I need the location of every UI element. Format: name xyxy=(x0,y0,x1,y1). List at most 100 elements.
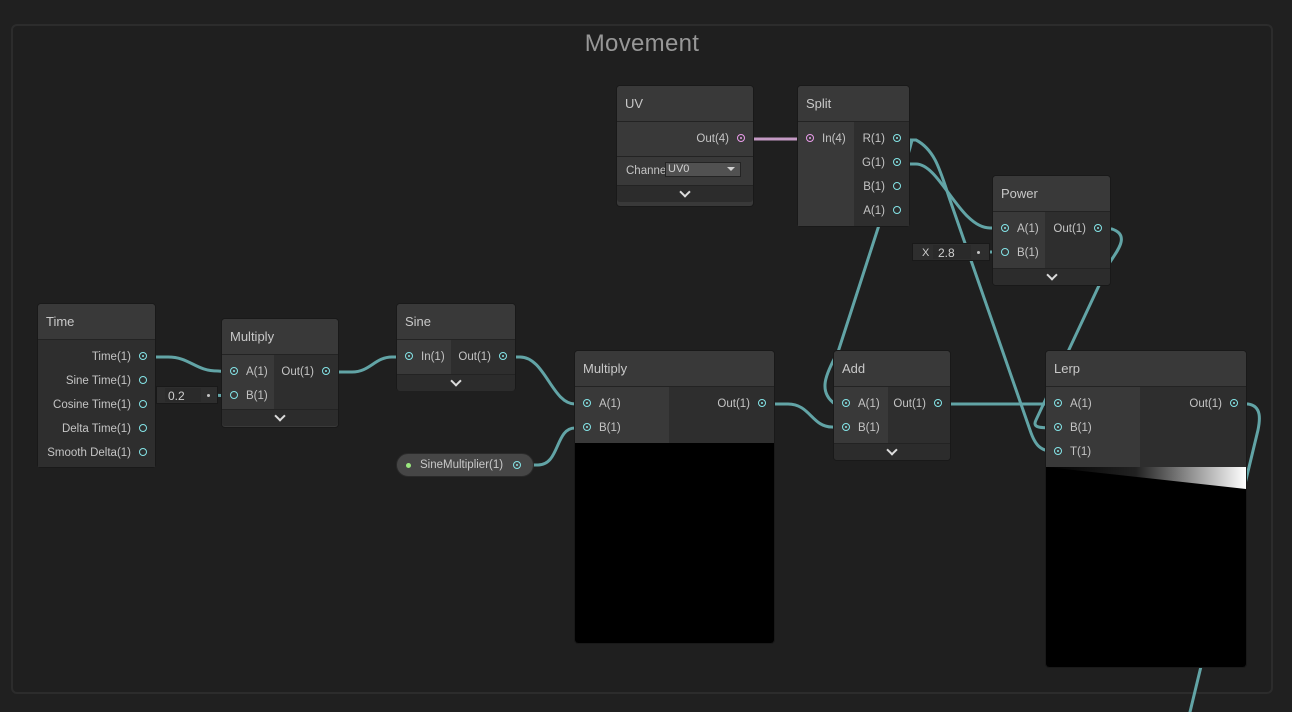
output-port[interactable]: Out(1) xyxy=(888,392,950,416)
port-connector-icon[interactable] xyxy=(1054,447,1062,455)
power-b-value-field[interactable]: X 2.8 xyxy=(912,243,990,261)
port-label: Smooth Delta(1) xyxy=(47,447,131,459)
input-port-b[interactable]: B(1) xyxy=(834,416,888,440)
port-connector-icon[interactable] xyxy=(139,376,147,384)
chevron-down-icon xyxy=(886,444,898,456)
chevron-down-icon xyxy=(1045,269,1058,281)
port-connector-icon[interactable] xyxy=(842,423,850,431)
time-node[interactable]: Time Time(1) Sine Time(1) Cosine Time(1)… xyxy=(38,304,155,467)
dropdown-arrow-icon xyxy=(727,167,735,171)
port-connector-icon[interactable] xyxy=(405,352,413,360)
port-label: A(1) xyxy=(599,398,621,410)
port-connector-icon[interactable] xyxy=(583,399,591,407)
collapse-button[interactable] xyxy=(834,443,950,460)
port-connector-icon[interactable] xyxy=(583,423,591,431)
input-port-in[interactable]: In(1) xyxy=(397,345,451,369)
port-connector-icon[interactable] xyxy=(758,399,766,407)
lerp-node[interactable]: Lerp A(1) B(1) T(1) Out(1) xyxy=(1046,351,1246,667)
node-title: Add xyxy=(834,351,950,387)
input-port-b[interactable]: B(1) xyxy=(993,241,1045,265)
time-output-port[interactable]: Time(1) xyxy=(38,345,155,369)
output-port-b[interactable]: B(1) xyxy=(854,175,909,199)
port-connector-icon[interactable] xyxy=(842,399,850,407)
port-label: Out(1) xyxy=(281,366,314,378)
port-connector-icon[interactable] xyxy=(1001,248,1009,256)
port-label: B(1) xyxy=(858,422,880,434)
port-connector-icon[interactable] xyxy=(1094,224,1102,232)
port-connector-icon[interactable] xyxy=(139,424,147,432)
power-node[interactable]: Power A(1) B(1) Out(1) xyxy=(993,176,1110,285)
port-connector-icon[interactable] xyxy=(499,352,507,360)
sine-node[interactable]: Sine In(1) Out(1) xyxy=(397,304,515,391)
output-port[interactable]: Out(1) xyxy=(1140,392,1246,416)
port-connector-icon[interactable] xyxy=(893,158,901,166)
output-port-g[interactable]: G(1) xyxy=(854,151,909,175)
port-label: A(1) xyxy=(1070,398,1092,410)
port-connector-icon[interactable] xyxy=(1054,423,1062,431)
multiply-node-1[interactable]: Multiply A(1) B(1) Out(1) xyxy=(222,319,338,427)
port-label: Out(1) xyxy=(1053,223,1086,235)
multiply-node-2[interactable]: Multiply A(1) B(1) Out(1) xyxy=(575,351,774,643)
port-connector-icon[interactable] xyxy=(934,399,942,407)
collapse-button[interactable] xyxy=(397,374,515,391)
input-port-a[interactable]: A(1) xyxy=(1046,392,1140,416)
collapse-button[interactable] xyxy=(617,185,753,202)
output-port[interactable]: Out(1) xyxy=(274,360,338,384)
port-connector-icon[interactable] xyxy=(737,134,745,142)
port-connector-icon[interactable] xyxy=(1230,399,1238,407)
port-connector-icon[interactable] xyxy=(322,367,330,375)
port-connector-icon[interactable] xyxy=(893,182,901,190)
uv-node[interactable]: UV Out(4) Channe UV0 xyxy=(617,86,753,206)
collapse-button[interactable] xyxy=(222,409,338,426)
node-title: Lerp xyxy=(1046,351,1246,387)
port-connector-icon[interactable] xyxy=(1054,399,1062,407)
port-label: Out(1) xyxy=(1189,398,1222,410)
multiply-b-value-field[interactable]: 0.2 xyxy=(156,386,218,404)
input-port-in[interactable]: In(4) xyxy=(798,127,854,151)
port-connector-icon[interactable] xyxy=(893,134,901,142)
port-connector-icon[interactable] xyxy=(893,206,901,214)
port-label: Cosine Time(1) xyxy=(53,399,131,411)
input-port-a[interactable]: A(1) xyxy=(834,392,888,416)
cosine-time-output-port[interactable]: Cosine Time(1) xyxy=(38,393,155,417)
port-label: Out(1) xyxy=(458,351,491,363)
input-port-a[interactable]: A(1) xyxy=(993,217,1045,241)
value-text[interactable]: 0.2 xyxy=(168,387,185,405)
output-port[interactable]: Out(1) xyxy=(1045,217,1110,241)
sine-multiplier-property[interactable]: SineMultiplier(1) xyxy=(396,453,534,477)
add-node[interactable]: Add A(1) B(1) Out(1) xyxy=(834,351,950,460)
port-connector-icon[interactable] xyxy=(806,134,814,142)
input-port-b[interactable]: B(1) xyxy=(1046,416,1140,440)
group-title[interactable]: Movement xyxy=(13,30,1271,58)
port-label: T(1) xyxy=(1070,446,1092,458)
sine-time-output-port[interactable]: Sine Time(1) xyxy=(38,369,155,393)
output-port[interactable]: Out(1) xyxy=(669,392,774,416)
input-port-b[interactable]: B(1) xyxy=(222,384,274,408)
port-connector-icon[interactable] xyxy=(139,448,147,456)
port-label: B(1) xyxy=(246,390,268,402)
output-port-r[interactable]: R(1) xyxy=(854,127,909,151)
smooth-delta-output-port[interactable]: Smooth Delta(1) xyxy=(38,441,155,465)
port-label: Out(4) xyxy=(696,133,729,145)
channel-dropdown[interactable]: UV0 xyxy=(665,162,741,177)
port-label: A(1) xyxy=(246,366,268,378)
input-port-a[interactable]: A(1) xyxy=(575,392,669,416)
port-connector-icon[interactable] xyxy=(139,352,147,360)
port-connector-icon[interactable] xyxy=(139,400,147,408)
output-port[interactable]: Out(4) xyxy=(617,127,753,151)
value-text[interactable]: 2.8 xyxy=(938,244,955,262)
input-port-b[interactable]: B(1) xyxy=(575,416,669,440)
input-port-t[interactable]: T(1) xyxy=(1046,440,1140,464)
port-label: Delta Time(1) xyxy=(61,423,131,435)
delta-time-output-port[interactable]: Delta Time(1) xyxy=(38,417,155,441)
port-connector-icon[interactable] xyxy=(230,367,238,375)
collapse-button[interactable] xyxy=(993,268,1110,285)
split-node[interactable]: Split In(4) R(1) G(1) B(1) A(1) xyxy=(798,86,909,226)
output-port-a[interactable]: A(1) xyxy=(854,199,909,223)
port-connector-icon[interactable] xyxy=(230,391,238,399)
input-port-a[interactable]: A(1) xyxy=(222,360,274,384)
output-port[interactable]: Out(1) xyxy=(451,345,515,369)
port-connector-icon[interactable] xyxy=(513,461,521,469)
port-label: B(1) xyxy=(863,181,885,193)
port-connector-icon[interactable] xyxy=(1001,224,1009,232)
